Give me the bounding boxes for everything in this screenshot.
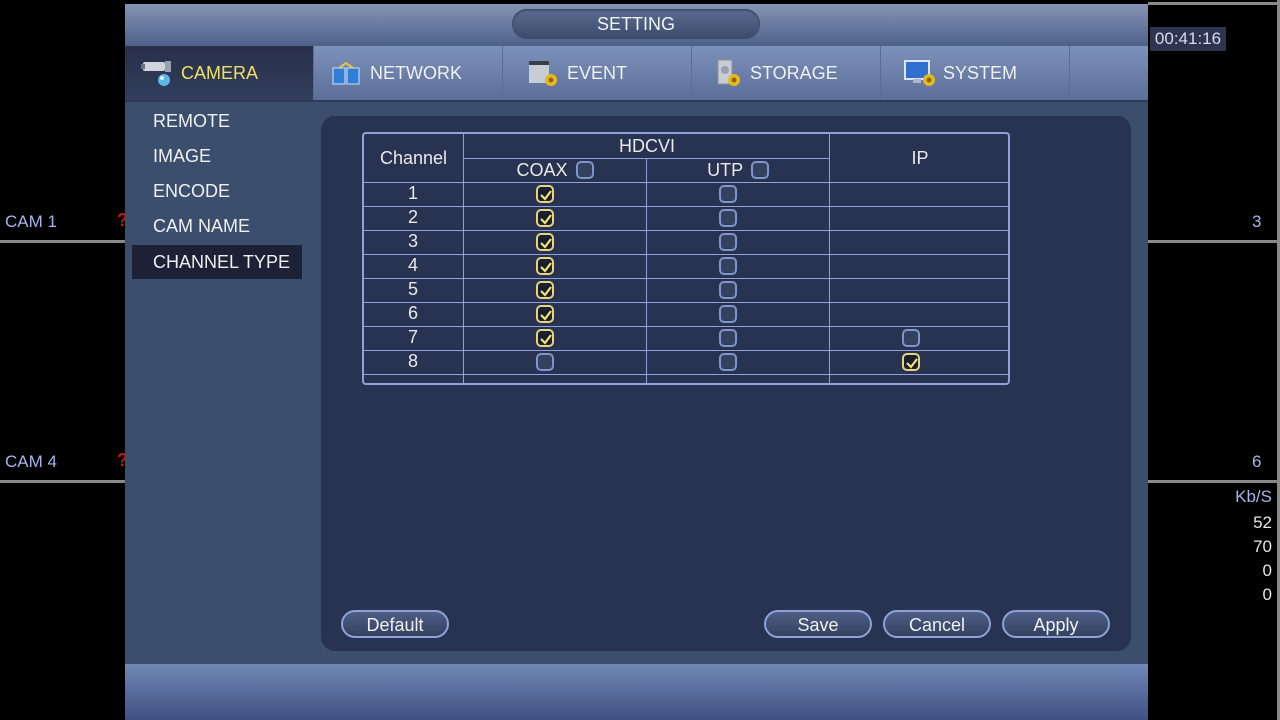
event-icon	[527, 58, 561, 88]
table-gridline	[364, 374, 1008, 375]
channel-number: 8	[407, 351, 418, 371]
sidebar-item-remote[interactable]: REMOTE	[132, 104, 302, 138]
cancel-button[interactable]: Cancel	[883, 610, 991, 638]
checkmark-icon	[540, 262, 552, 273]
tab-label: NETWORK	[370, 62, 462, 83]
tab-label: SYSTEM	[943, 62, 1018, 83]
cam-label: 6	[1252, 452, 1262, 471]
checkmark-icon	[540, 334, 552, 345]
utp-checkbox[interactable]	[719, 209, 737, 227]
coax-checkbox[interactable]	[536, 305, 554, 323]
settings-window: SETTING CAMERA NETWORK EVENT STORAGE SYS…	[125, 4, 1148, 720]
sidebar-item-cam-name[interactable]: CAM NAME	[132, 209, 302, 243]
bitrate-value: 52	[1253, 513, 1272, 532]
tab-camera[interactable]: CAMERA	[125, 46, 314, 100]
bitrate-header: Kb/S	[1235, 487, 1272, 506]
bitrate-value: 70	[1253, 537, 1272, 556]
cam-label: CAM 4	[5, 452, 57, 471]
table-gridline	[646, 158, 647, 383]
cam-label: CAM 1	[5, 212, 57, 231]
footer-bar	[125, 664, 1148, 720]
ip-checkbox[interactable]	[902, 329, 920, 347]
checkmark-icon	[540, 190, 552, 201]
coax-select-all-checkbox[interactable]	[575, 161, 594, 180]
storage-icon	[716, 58, 744, 88]
utp-checkbox[interactable]	[719, 305, 737, 323]
tab-label: CAMERA	[181, 62, 259, 83]
channel-number: 2	[407, 207, 418, 227]
cam-label: 3	[1252, 212, 1262, 231]
ip-checkbox[interactable]	[902, 353, 920, 371]
header-utp-label: UTP	[707, 160, 743, 180]
tab-label: EVENT	[567, 62, 628, 83]
checkmark-icon	[540, 286, 552, 297]
bitrate-value: 0	[1262, 561, 1272, 580]
header-coax: COAX	[464, 160, 647, 181]
utp-checkbox[interactable]	[719, 353, 737, 371]
checkmark-icon	[540, 214, 552, 225]
utp-checkbox[interactable]	[719, 257, 737, 275]
utp-checkbox[interactable]	[719, 233, 737, 251]
default-button[interactable]: Default	[341, 610, 449, 638]
tab-storage[interactable]: STORAGE	[692, 46, 881, 100]
window-title: SETTING	[512, 9, 760, 39]
coax-checkbox[interactable]	[536, 185, 554, 203]
utp-checkbox[interactable]	[719, 281, 737, 299]
channel-number: 4	[407, 255, 418, 275]
content-panel: Channel HDCVI IP COAX UTP 1 2 3 4 5 6 7 8 Defau…	[321, 116, 1131, 651]
coax-checkbox[interactable]	[536, 353, 554, 371]
checkmark-icon	[906, 358, 918, 369]
main-tabs: CAMERA NETWORK EVENT STORAGE SYSTEM	[125, 46, 1148, 102]
camera-icon	[141, 58, 175, 88]
table-gridline	[464, 158, 830, 159]
channel-number: 7	[407, 327, 418, 347]
sidebar-item-encode[interactable]: ENCODE	[132, 174, 302, 208]
tab-event[interactable]: EVENT	[503, 46, 692, 100]
checkmark-icon	[540, 310, 552, 321]
utp-select-all-checkbox[interactable]	[750, 161, 769, 180]
coax-checkbox[interactable]	[536, 257, 554, 275]
sidebar-item-image[interactable]: IMAGE	[132, 139, 302, 173]
sidebar-item-channel-type[interactable]: CHANNEL TYPE	[132, 245, 302, 279]
system-icon	[903, 58, 937, 88]
tab-system[interactable]: SYSTEM	[881, 46, 1070, 100]
coax-checkbox[interactable]	[536, 209, 554, 227]
header-hdcvi: HDCVI	[618, 136, 675, 156]
grid-divider	[0, 480, 125, 483]
clock: 00:41:16	[1150, 27, 1226, 51]
header-coax-label: COAX	[516, 160, 568, 180]
channel-type-table: Channel HDCVI IP COAX UTP 1 2 3 4 5 6 7 8	[362, 132, 1010, 385]
tab-network[interactable]: NETWORK	[314, 46, 503, 100]
tab-label: STORAGE	[750, 62, 838, 83]
bitrate-value: 0	[1262, 585, 1272, 604]
grid-divider	[0, 240, 125, 243]
checkmark-icon	[540, 238, 552, 249]
channel-number: 5	[407, 279, 418, 299]
coax-checkbox[interactable]	[536, 233, 554, 251]
table-gridline	[463, 134, 464, 383]
save-button[interactable]: Save	[764, 610, 872, 638]
header-ip: IP	[911, 148, 929, 168]
utp-checkbox[interactable]	[719, 329, 737, 347]
apply-button[interactable]: Apply	[1002, 610, 1110, 638]
header-utp: UTP	[647, 160, 830, 181]
grid-divider	[1148, 480, 1280, 483]
coax-checkbox[interactable]	[536, 281, 554, 299]
header-channel: Channel	[379, 148, 448, 168]
coax-checkbox[interactable]	[536, 329, 554, 347]
channel-number: 1	[407, 183, 418, 203]
title-bar: SETTING	[125, 4, 1148, 46]
grid-divider	[1148, 2, 1280, 5]
channel-number: 3	[407, 231, 418, 251]
grid-divider	[1148, 240, 1280, 243]
network-icon	[330, 58, 364, 88]
table-gridline	[829, 134, 830, 383]
channel-number: 6	[407, 303, 418, 323]
utp-checkbox[interactable]	[719, 185, 737, 203]
